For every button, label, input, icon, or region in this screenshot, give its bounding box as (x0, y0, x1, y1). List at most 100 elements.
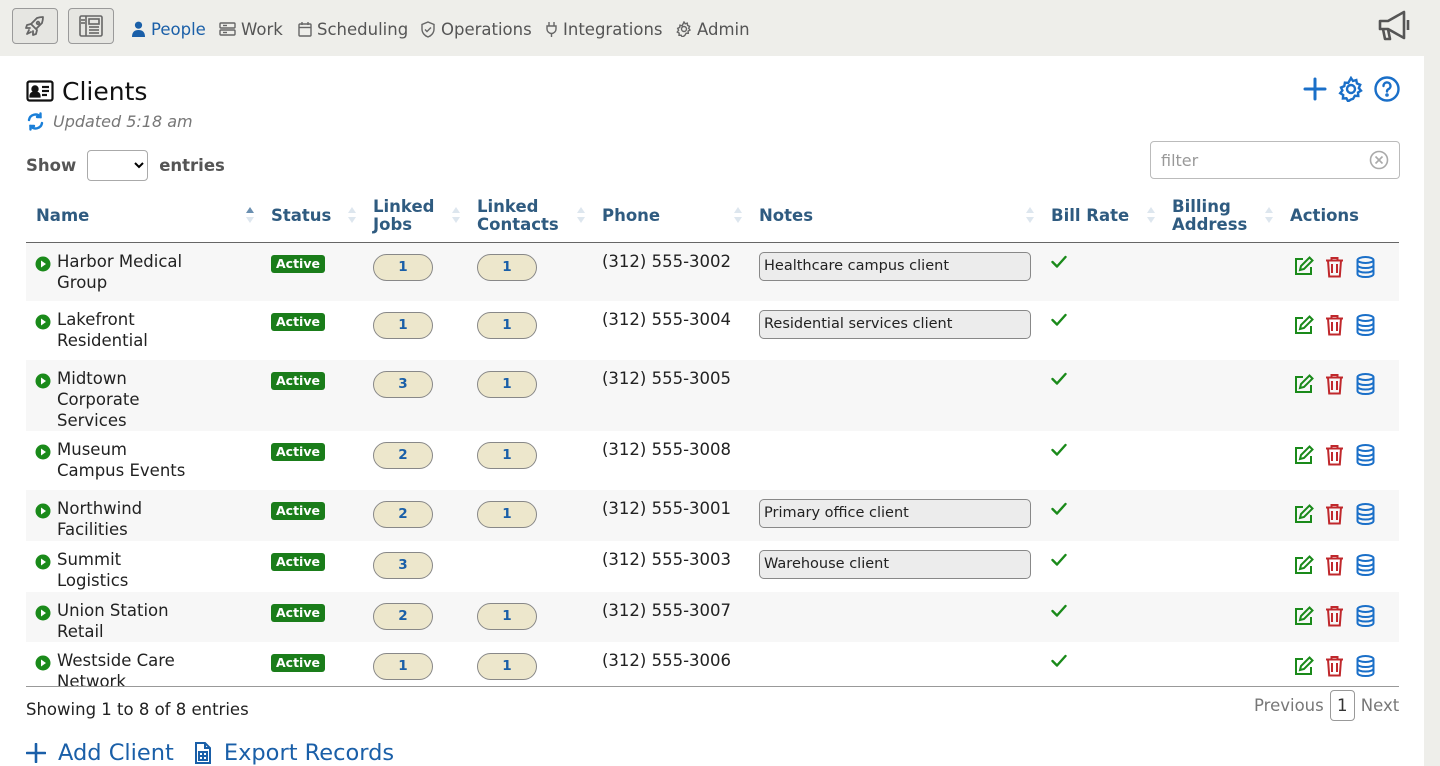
edit-button[interactable] (1292, 314, 1314, 336)
add-button[interactable] (1302, 76, 1328, 102)
linked-contacts-pill[interactable]: 1 (477, 312, 537, 339)
edit-button[interactable] (1292, 503, 1314, 525)
col-status[interactable]: Status (261, 190, 363, 243)
cell-bill-rate (1041, 360, 1162, 431)
nav-scheduling[interactable]: Scheduling (298, 18, 408, 40)
clear-filter-button[interactable] (1369, 150, 1389, 174)
cell-actions (1280, 431, 1399, 490)
phone-text: (312) 555-3002 (602, 251, 732, 271)
help-button[interactable] (1374, 76, 1400, 102)
expand-row-icon[interactable] (35, 314, 51, 330)
expand-row-icon[interactable] (35, 655, 51, 671)
linked-jobs-pill[interactable]: 1 (373, 653, 433, 680)
delete-button[interactable] (1323, 605, 1345, 627)
expand-row-icon[interactable] (35, 444, 51, 460)
cell-linked-jobs: 3 (363, 360, 467, 431)
expand-row-icon[interactable] (35, 256, 51, 272)
database-button[interactable] (1354, 503, 1376, 525)
expand-row-icon[interactable] (35, 605, 51, 621)
expand-row-icon[interactable] (35, 554, 51, 570)
linked-jobs-pill[interactable]: 1 (373, 253, 433, 281)
delete-button[interactable] (1323, 655, 1345, 677)
gear-icon (1338, 76, 1363, 102)
col-linked-jobs[interactable]: Linked Jobs (363, 190, 467, 243)
edit-button[interactable] (1292, 444, 1314, 466)
col-name[interactable]: Name (26, 190, 261, 243)
client-name[interactable]: Union Station Retail (57, 600, 192, 642)
database-button[interactable] (1354, 314, 1376, 336)
edit-icon (1294, 256, 1314, 275)
delete-button[interactable] (1323, 554, 1345, 576)
linked-contacts-pill[interactable]: 1 (477, 653, 537, 680)
expand-row-icon[interactable] (35, 373, 51, 389)
cell-actions (1280, 242, 1399, 301)
edit-button[interactable] (1292, 373, 1314, 395)
delete-button[interactable] (1323, 503, 1345, 525)
edit-button[interactable] (1292, 256, 1314, 278)
help-icon (1374, 76, 1400, 102)
expand-row-icon[interactable] (35, 503, 51, 519)
col-status-label: Status (271, 205, 332, 225)
linked-jobs-pill[interactable]: 1 (373, 312, 433, 339)
cell-phone: (312) 555-3008 (592, 431, 749, 490)
client-name[interactable]: Northwind Facilities (57, 498, 192, 540)
database-button[interactable] (1354, 373, 1376, 395)
cell-name: Summit Logistics (26, 541, 261, 592)
delete-button[interactable] (1323, 314, 1345, 336)
col-phone[interactable]: Phone (592, 190, 749, 243)
linked-jobs-pill[interactable]: 3 (373, 371, 433, 398)
linked-jobs-pill[interactable]: 2 (373, 442, 433, 469)
client-name[interactable]: Museum Campus Events (57, 439, 192, 481)
rocket-button[interactable] (12, 8, 58, 44)
linked-contacts-pill[interactable]: 1 (477, 253, 537, 281)
sort-icon (577, 207, 585, 223)
linked-jobs-pill[interactable]: 2 (373, 501, 433, 528)
cell-linked-contacts (467, 541, 592, 592)
linked-jobs-pill[interactable]: 3 (373, 552, 433, 579)
client-name[interactable]: Summit Logistics (57, 549, 192, 591)
database-button[interactable] (1354, 605, 1376, 627)
linked-jobs-pill[interactable]: 2 (373, 603, 433, 630)
cell-linked-contacts: 1 (467, 242, 592, 301)
nav-integrations[interactable]: Integrations (545, 18, 663, 40)
edit-button[interactable] (1292, 554, 1314, 576)
col-notes[interactable]: Notes (749, 190, 1041, 243)
nav-people[interactable]: People (131, 18, 206, 40)
client-name[interactable]: Midtown Corporate Services (57, 368, 192, 431)
filter-input[interactable] (1150, 141, 1400, 179)
refresh-icon[interactable] (26, 112, 45, 131)
col-billing-address[interactable]: Billing Address (1162, 190, 1280, 243)
page-1-button[interactable]: 1 (1329, 690, 1355, 721)
previous-button[interactable]: Previous (1254, 696, 1324, 715)
client-name[interactable]: Lakefront Residential (57, 309, 192, 351)
next-button[interactable]: Next (1361, 696, 1399, 715)
database-button[interactable] (1354, 655, 1376, 677)
linked-contacts-pill[interactable]: 1 (477, 501, 537, 528)
page-length-select[interactable] (87, 150, 149, 181)
updated-text: Updated 5:18 am (53, 112, 193, 131)
settings-button[interactable] (1338, 76, 1364, 102)
add-client-link[interactable]: Add Client (26, 740, 174, 766)
edit-button[interactable] (1292, 655, 1314, 677)
edit-icon (1294, 554, 1314, 574)
edit-button[interactable] (1292, 605, 1314, 627)
client-name[interactable]: Harbor Medical Group (57, 251, 192, 293)
linked-contacts-pill[interactable]: 1 (477, 603, 537, 630)
database-button[interactable] (1354, 554, 1376, 576)
database-icon (1356, 605, 1374, 627)
announcements-button[interactable] (1378, 10, 1412, 46)
database-button[interactable] (1354, 255, 1376, 278)
nav-operations[interactable]: Operations (420, 18, 532, 40)
col-linked-contacts[interactable]: Linked Contacts (467, 190, 592, 243)
delete-button[interactable] (1323, 444, 1345, 466)
nav-work[interactable]: Work (219, 18, 283, 40)
export-records-link[interactable]: Export Records (194, 740, 394, 766)
dashboard-button[interactable] (68, 8, 114, 44)
delete-button[interactable] (1323, 256, 1345, 278)
nav-admin[interactable]: Admin (676, 18, 750, 40)
linked-contacts-pill[interactable]: 1 (477, 371, 537, 398)
linked-contacts-pill[interactable]: 1 (477, 442, 537, 469)
database-button[interactable] (1354, 444, 1376, 466)
col-bill-rate[interactable]: Bill Rate (1041, 190, 1162, 243)
delete-button[interactable] (1323, 373, 1345, 395)
